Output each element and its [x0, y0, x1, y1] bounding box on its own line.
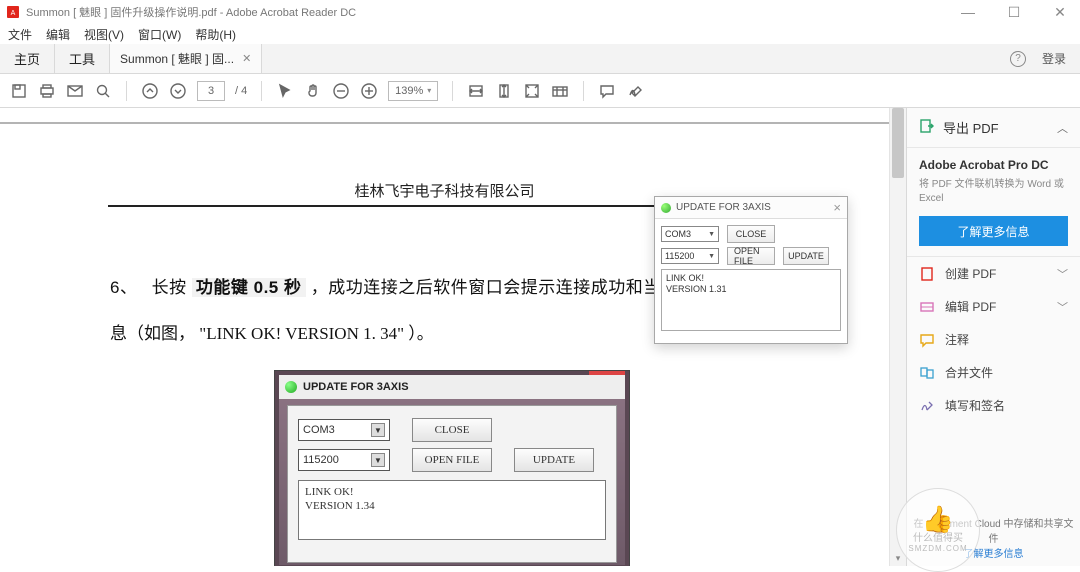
- open-file-button[interactable]: OPEN FILE: [727, 247, 775, 265]
- merge-item[interactable]: 合并文件: [907, 356, 1080, 389]
- pro-subtitle: 将 PDF 文件联机转换为 Word 或 Excel: [919, 178, 1068, 206]
- maximize-button[interactable]: ☐: [1000, 4, 1028, 21]
- menubar: 文件 编辑 视图(V) 窗口(W) 帮助(H): [0, 24, 1080, 44]
- embedded-openfile-button: OPEN FILE: [412, 448, 492, 472]
- fill-sign-item[interactable]: 填写和签名: [907, 389, 1080, 422]
- dialog-header[interactable]: UPDATE FOR 3AXIS ×: [655, 197, 847, 219]
- close-button[interactable]: CLOSE: [727, 225, 775, 243]
- embedded-screenshot: UPDATE FOR 3AXIS COM3▼ CLOSE 115200▼ OPE…: [274, 370, 630, 566]
- update-dialog[interactable]: UPDATE FOR 3AXIS × COM3▼ CLOSE 115200▼ O…: [654, 196, 848, 344]
- edit-pdf-item[interactable]: 编辑 PDF﹀: [907, 290, 1080, 323]
- tabs-row: 主页 工具 Summon [ 魅眼 ] 固... ✕ ? 登录: [0, 44, 1080, 74]
- page-down-icon[interactable]: [169, 82, 187, 100]
- help-icon[interactable]: ?: [1010, 51, 1026, 67]
- app-icon: [285, 381, 297, 393]
- embedded-close-button: CLOSE: [412, 418, 492, 442]
- embedded-title: UPDATE FOR 3AXIS: [303, 381, 409, 393]
- vertical-scrollbar[interactable]: ▴ ▾: [889, 108, 906, 566]
- menu-help[interactable]: 帮助(H): [195, 26, 236, 43]
- sign-tool-icon: [919, 398, 935, 414]
- svg-text:A: A: [11, 10, 16, 17]
- zoom-select[interactable]: 139%: [388, 81, 438, 101]
- com-port-select[interactable]: COM3▼: [661, 226, 719, 242]
- pointer-icon[interactable]: [276, 82, 294, 100]
- menu-edit[interactable]: 编辑: [46, 26, 70, 43]
- cloud-footer: 在 Document Cloud 中存储和共享文件 了解更多信息: [907, 509, 1080, 566]
- scroll-thumb[interactable]: [892, 108, 904, 178]
- page-total-label: / 4: [235, 85, 247, 97]
- log-output: LINK OK! VERSION 1.31: [661, 269, 841, 331]
- merge-icon: [919, 365, 935, 381]
- comment-item[interactable]: 注释: [907, 323, 1080, 356]
- pro-title: Adobe Acrobat Pro DC: [919, 158, 1068, 172]
- read-mode-icon[interactable]: [551, 82, 569, 100]
- pdf-icon: A: [6, 5, 20, 19]
- page-up-icon[interactable]: [141, 82, 159, 100]
- tab-document[interactable]: Summon [ 魅眼 ] 固... ✕: [110, 44, 262, 73]
- tab-close-icon[interactable]: ✕: [242, 52, 251, 65]
- embedded-titlebar: UPDATE FOR 3AXIS: [279, 375, 625, 399]
- fit-page-icon[interactable]: [495, 82, 513, 100]
- dialog-close-icon[interactable]: ×: [833, 200, 841, 215]
- tools-panel: 导出 PDF ︿ Adobe Acrobat Pro DC 将 PDF 文件联机…: [906, 108, 1080, 566]
- window-title: Summon [ 魅眼 ] 固件升级操作说明.pdf - Adobe Acrob…: [26, 4, 356, 20]
- zoom-value: 139%: [395, 85, 423, 97]
- zoom-out-icon[interactable]: [332, 82, 350, 100]
- chevron-down-icon: ﹀: [1057, 266, 1068, 282]
- tab-document-label: Summon [ 魅眼 ] 固...: [120, 50, 234, 67]
- embedded-com-select: COM3▼: [298, 419, 390, 441]
- comment-icon[interactable]: [598, 82, 616, 100]
- divider: [0, 122, 889, 124]
- create-pdf-icon: [919, 266, 935, 282]
- embedded-baud-select: 115200▼: [298, 449, 390, 471]
- print-icon[interactable]: [38, 82, 56, 100]
- menu-file[interactable]: 文件: [8, 26, 32, 43]
- page-number-input[interactable]: 3: [197, 81, 225, 101]
- close-window-button[interactable]: ✕: [1046, 4, 1074, 21]
- embedded-update-button: UPDATE: [514, 448, 594, 472]
- comment-tool-icon: [919, 332, 935, 348]
- cloud-learn-more-link[interactable]: 了解更多信息: [913, 545, 1074, 560]
- tab-home[interactable]: 主页: [0, 44, 55, 73]
- toolbar: 3 / 4 139%: [0, 74, 1080, 108]
- window-titlebar: A Summon [ 魅眼 ] 固件升级操作说明.pdf - Adobe Acr…: [0, 0, 1080, 24]
- scroll-down-icon[interactable]: ▾: [890, 553, 906, 564]
- sign-icon[interactable]: [626, 82, 644, 100]
- export-pdf-icon: [919, 118, 935, 137]
- create-pdf-item[interactable]: 创建 PDF﹀: [907, 257, 1080, 290]
- menu-view[interactable]: 视图(V): [84, 26, 124, 43]
- mail-icon[interactable]: [66, 82, 84, 100]
- save-icon[interactable]: [10, 82, 28, 100]
- dialog-title: UPDATE FOR 3AXIS: [676, 202, 771, 213]
- export-pdf-label: 导出 PDF: [943, 118, 999, 137]
- baud-rate-select[interactable]: 115200▼: [661, 248, 719, 264]
- update-button[interactable]: UPDATE: [783, 247, 829, 265]
- tab-tools[interactable]: 工具: [55, 44, 110, 73]
- fullscreen-icon[interactable]: [523, 82, 541, 100]
- zoom-in-icon[interactable]: [360, 82, 378, 100]
- learn-more-button[interactable]: 了解更多信息: [919, 216, 1068, 246]
- hand-icon[interactable]: [304, 82, 322, 100]
- edit-pdf-icon: [919, 299, 935, 315]
- dialog-app-icon: [661, 203, 671, 213]
- export-pdf-header[interactable]: 导出 PDF ︿: [919, 118, 1068, 137]
- minimize-button[interactable]: —: [954, 4, 982, 21]
- menu-window[interactable]: 窗口(W): [138, 26, 181, 43]
- embedded-log: LINK OK! VERSION 1.34: [298, 480, 606, 540]
- search-icon[interactable]: [94, 82, 112, 100]
- fit-width-icon[interactable]: [467, 82, 485, 100]
- login-link[interactable]: 登录: [1042, 50, 1066, 67]
- chevron-up-icon: ︿: [1057, 120, 1068, 136]
- document-viewport[interactable]: 桂林飞宇电子科技有限公司 6、 长按 功能键 0.5 秒 ，成功连接之后软件窗口…: [0, 108, 889, 566]
- doc-line-2: 息（如图， "LINK OK! VERSION 1. 34" ）。: [110, 319, 434, 344]
- chevron-down-icon: ﹀: [1057, 299, 1068, 315]
